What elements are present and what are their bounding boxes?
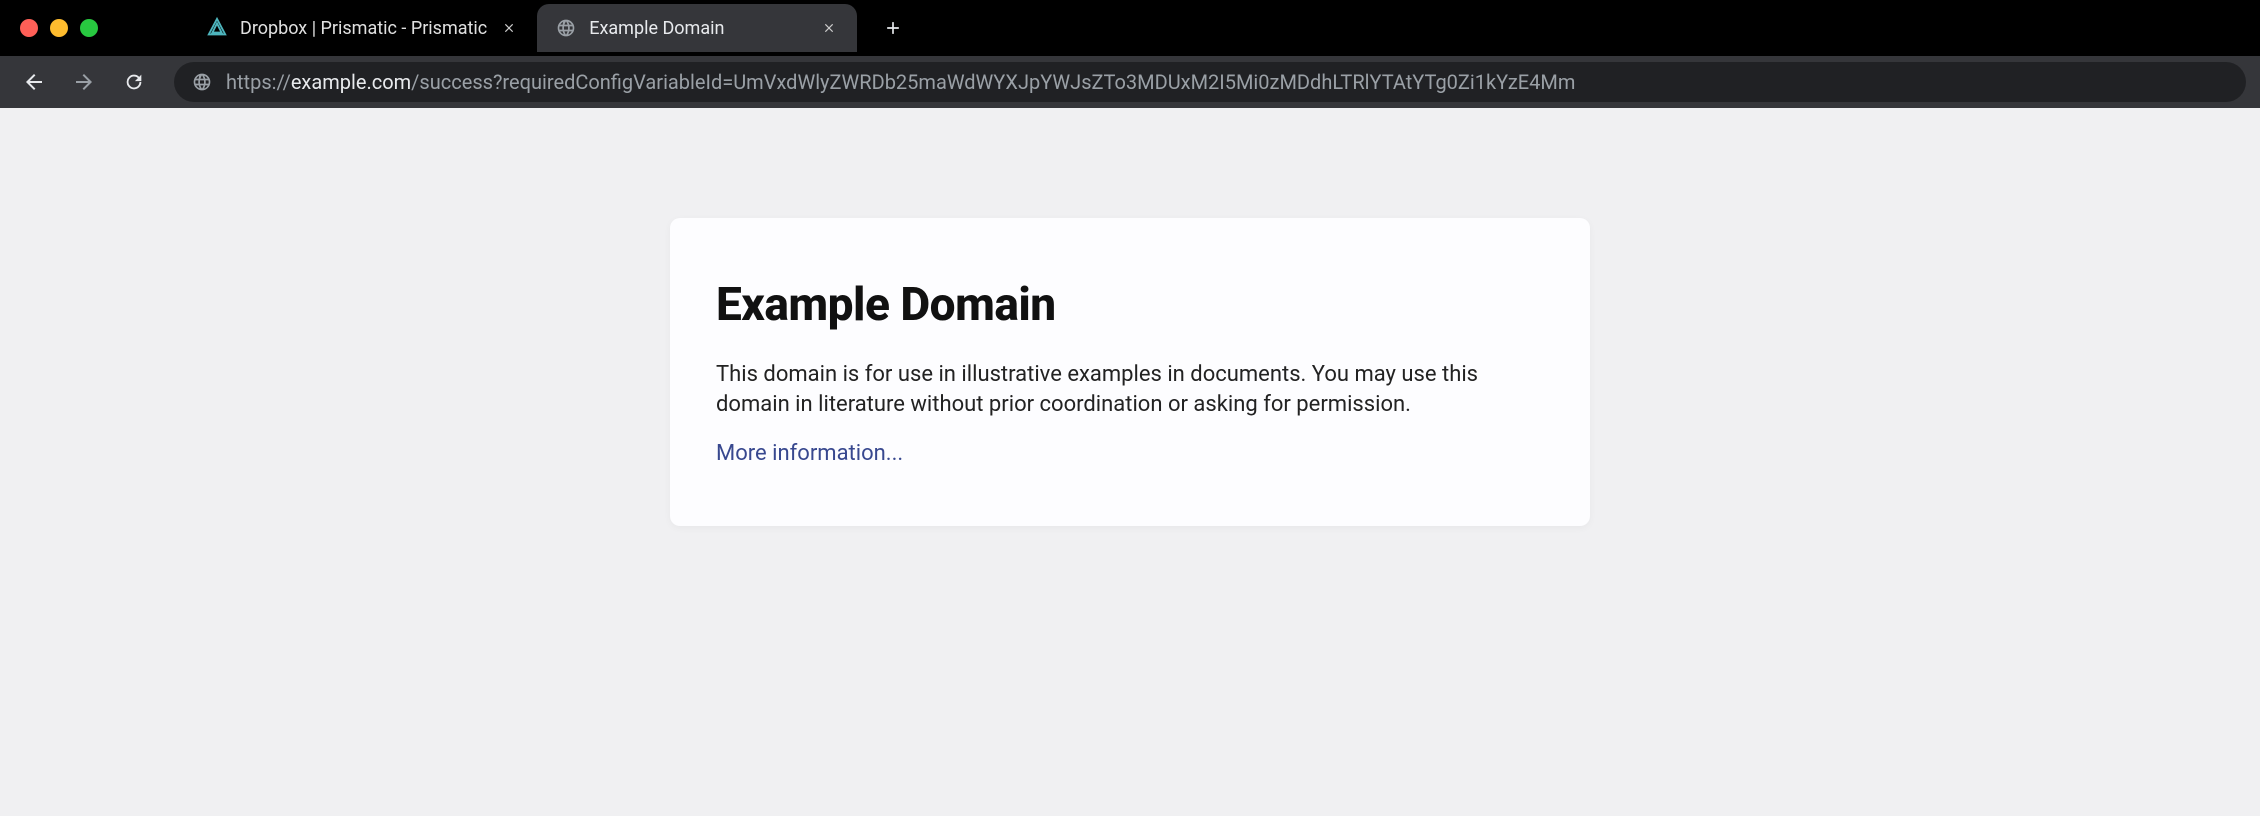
forward-button[interactable]: [64, 62, 104, 102]
page-heading: Example Domain: [716, 278, 1544, 332]
window-close-button[interactable]: [20, 19, 38, 37]
url-protocol: https://: [226, 70, 291, 94]
browser-toolbar: https://example.com/success?requiredConf…: [0, 56, 2260, 108]
globe-favicon-icon: [555, 17, 577, 39]
tab-title: Example Domain: [589, 18, 807, 39]
tab-strip: Dropbox | Prismatic - Prismatic Example …: [188, 0, 911, 56]
more-information-link[interactable]: More information...: [716, 441, 903, 466]
window-titlebar: Dropbox | Prismatic - Prismatic Example …: [0, 0, 2260, 56]
tab-close-button[interactable]: [499, 18, 519, 38]
content-card: Example Domain This domain is for use in…: [670, 218, 1590, 526]
prismatic-favicon-icon: [206, 17, 228, 39]
address-bar[interactable]: https://example.com/success?requiredConf…: [174, 62, 2246, 102]
url-domain: example.com: [291, 70, 411, 94]
site-info-icon[interactable]: [192, 72, 212, 92]
page-viewport: Example Domain This domain is for use in…: [0, 108, 2260, 816]
tab-prismatic[interactable]: Dropbox | Prismatic - Prismatic: [188, 4, 537, 52]
reload-button[interactable]: [114, 62, 154, 102]
back-button[interactable]: [14, 62, 54, 102]
page-body-text: This domain is for use in illustrative e…: [716, 360, 1544, 419]
tab-close-button[interactable]: [819, 18, 839, 38]
tab-example-domain[interactable]: Example Domain: [537, 4, 857, 52]
window-maximize-button[interactable]: [80, 19, 98, 37]
new-tab-button[interactable]: [875, 10, 911, 46]
window-controls: [20, 19, 98, 37]
window-minimize-button[interactable]: [50, 19, 68, 37]
url-path: /success?requiredConfigVariableId=UmVxdW…: [411, 70, 1575, 94]
tab-title: Dropbox | Prismatic - Prismatic: [240, 18, 487, 39]
url-display: https://example.com/success?requiredConf…: [226, 70, 1575, 94]
